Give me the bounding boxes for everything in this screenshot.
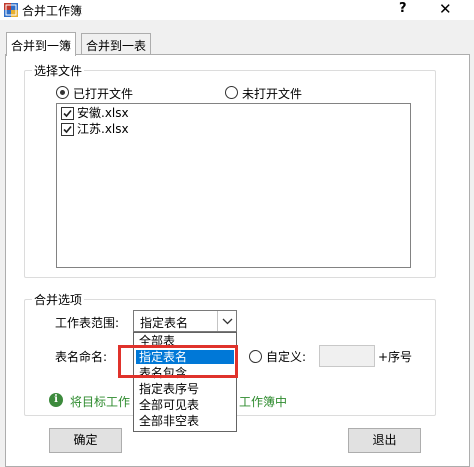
radio-unopened-files-label: 未打开文件 [242,87,303,101]
window-title: 合并工作簿 [22,4,83,18]
tab-merge-to-workbook[interactable]: 合并到一簿 [6,32,77,56]
dropdown-option[interactable]: 指定表序号 [136,382,234,396]
dropdown-button[interactable] [217,311,236,331]
radio-unopened-files[interactable] [225,86,238,99]
title-bar: 合并工作簿 ? ✕ [0,0,474,20]
naming-label: 表名命名: [55,350,108,364]
file-item-label: 安徽.xlsx [77,106,129,120]
radio-opened-files-label: 已打开文件 [73,87,134,101]
suffix-label: +序号 [378,350,413,364]
radio-custom-label: 自定义: [266,350,307,364]
file-item-label: 江苏.xlsx [77,122,129,136]
scope-combobox[interactable]: 指定表名 [133,310,237,332]
file-checkbox[interactable] [61,107,74,120]
merge-options-title: 合并选项 [32,291,85,308]
chevron-down-icon [222,318,233,325]
radio-selected-dot [60,90,65,95]
ok-button[interactable]: 确定 [49,428,122,453]
select-files-title: 选择文件 [32,62,85,79]
excel-app-icon [4,3,18,17]
dropdown-option[interactable]: 全部可见表 [136,398,234,412]
exit-button[interactable]: 退出 [348,428,421,453]
scope-label: 工作表范围: [55,316,120,330]
help-button[interactable]: ? [399,1,407,16]
scope-selected-value: 指定表名 [140,316,189,330]
check-icon [63,125,72,134]
info-icon: i [49,393,63,407]
check-icon [63,109,72,118]
close-button[interactable]: ✕ [439,0,452,18]
dropdown-option[interactable]: 全部非空表 [136,414,234,428]
radio-opened-files[interactable] [56,86,69,99]
highlight-annotation-box [118,345,238,378]
file-checkbox[interactable] [61,123,74,136]
tab-merge-to-sheet[interactable]: 合并到一表 [81,33,152,54]
info-text-left: 将目标工作 [70,395,131,409]
info-text-right: 工作簿中 [239,395,288,409]
radio-custom[interactable] [249,350,262,363]
custom-name-input[interactable] [319,345,375,367]
